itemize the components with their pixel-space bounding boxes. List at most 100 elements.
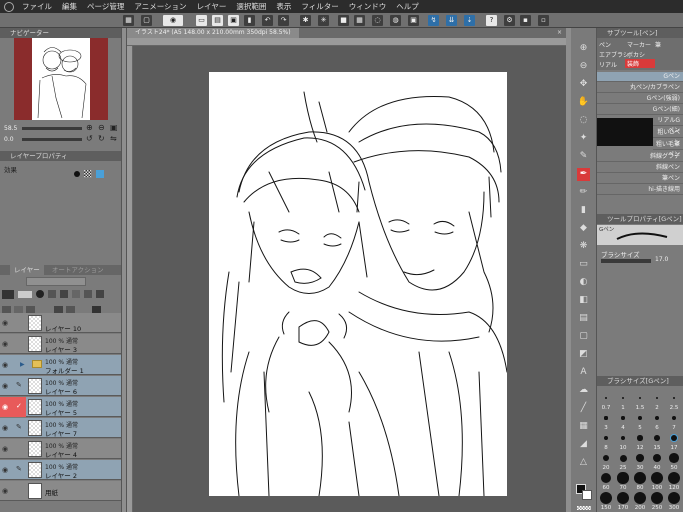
- snap-ruler-icon[interactable]: ↯: [428, 15, 439, 26]
- visibility-eye-icon[interactable]: ◉: [2, 361, 10, 369]
- tab-brush[interactable]: 筆: [655, 40, 661, 49]
- hand-tool-icon[interactable]: ✋: [577, 96, 590, 109]
- zoom-in-icon[interactable]: ⊕: [86, 123, 93, 132]
- brush-size-cell[interactable]: [603, 435, 609, 441]
- brush-size-slider[interactable]: [601, 259, 651, 263]
- zoom-out-icon[interactable]: ⊖: [98, 123, 105, 132]
- brush-item[interactable]: 粗いGペン: [653, 128, 683, 146]
- brush-size-cell[interactable]: [668, 492, 680, 504]
- crop-icon[interactable]: ▣: [408, 15, 419, 26]
- decoration-tool-icon[interactable]: ❋: [577, 240, 590, 253]
- expand-folder-icon[interactable]: ▶: [20, 361, 25, 368]
- help-icon[interactable]: ?: [486, 15, 497, 26]
- brush-item[interactable]: 丸ペン/カブラペン: [597, 83, 683, 93]
- menu-edit[interactable]: 編集: [57, 1, 82, 12]
- tab-real[interactable]: リアル: [599, 60, 617, 69]
- layer-color-icon[interactable]: [2, 290, 14, 299]
- brush-size-cell[interactable]: [636, 454, 644, 462]
- brush-item[interactable]: Gペン(強弱): [597, 94, 683, 104]
- brush-tool-icon[interactable]: ▮: [577, 204, 590, 217]
- clear-icon[interactable]: ✱: [300, 15, 311, 26]
- rotate-right-icon[interactable]: ↻: [98, 134, 105, 143]
- pen-tool-icon[interactable]: ✒: [577, 168, 590, 181]
- frame-tool-icon[interactable]: ◩: [577, 348, 590, 361]
- blend-tool-icon[interactable]: ◐: [577, 276, 590, 289]
- brush-size-cell[interactable]: [638, 396, 642, 400]
- effect-border-icon[interactable]: [74, 171, 80, 177]
- pencil-tool-icon[interactable]: ✏: [577, 186, 590, 199]
- layer-row[interactable]: ◉ 用紙: [0, 481, 121, 501]
- document-tab[interactable]: イラスト24* (A5 148.00 x 210.00mm 350dpi 58.…: [127, 28, 299, 38]
- brush-size-cell[interactable]: [651, 472, 663, 484]
- undo-icon[interactable]: ↶: [262, 15, 273, 26]
- brush-size-cell[interactable]: [634, 492, 646, 504]
- menu-selection[interactable]: 選択範囲: [231, 1, 271, 12]
- sub-color-swatch[interactable]: [582, 490, 592, 500]
- layer-row[interactable]: ◉ レイヤー 10: [0, 313, 121, 333]
- opacity-slider[interactable]: [18, 291, 32, 298]
- lasso-tool-icon[interactable]: ◌: [577, 114, 590, 127]
- gradient-tool-icon[interactable]: ▤: [577, 312, 590, 325]
- new-file-icon[interactable]: ▭: [196, 15, 207, 26]
- clip-icon[interactable]: [36, 290, 44, 298]
- ruler-tool-icon[interactable]: ▦: [577, 420, 590, 433]
- brush-size-cell[interactable]: [619, 454, 627, 462]
- ruler-icon[interactable]: [96, 290, 104, 298]
- line-fix-tool-icon[interactable]: ╱: [577, 402, 590, 415]
- brush-item[interactable]: リアルGペン: [653, 116, 683, 134]
- brush-size-cell[interactable]: [638, 416, 642, 420]
- rotate-left-icon[interactable]: ↺: [86, 134, 93, 143]
- brush-size-cell[interactable]: [634, 472, 646, 484]
- airbrush-tool-icon[interactable]: ◆: [577, 222, 590, 235]
- eyedropper-tool-icon[interactable]: ✎: [577, 150, 590, 163]
- brush-item[interactable]: hi-描き線用: [597, 185, 683, 195]
- export-icon[interactable]: ▮: [244, 15, 255, 26]
- layer-row[interactable]: ◉ ✎ 100 % 通常 レイヤー 6: [0, 376, 121, 396]
- layer-row[interactable]: ◉ 100 % 通常 レイヤー 3: [0, 334, 121, 354]
- blend-mode-select[interactable]: [26, 277, 86, 286]
- eraser-tool-icon[interactable]: ▭: [577, 258, 590, 271]
- lock-icon[interactable]: [60, 290, 68, 298]
- snap-grid-icon[interactable]: ⇣: [464, 15, 475, 26]
- visibility-eye-icon[interactable]: ◉: [2, 424, 10, 432]
- visibility-eye-icon[interactable]: ◉: [2, 403, 10, 411]
- brush-size-cell[interactable]: [604, 416, 608, 420]
- operation-tool-icon[interactable]: ⊖: [577, 60, 590, 73]
- brush-size-cell[interactable]: [655, 396, 659, 400]
- visibility-eye-icon[interactable]: ◉: [2, 340, 10, 348]
- visibility-eye-icon[interactable]: ◉: [2, 319, 10, 327]
- layer-row[interactable]: ◉ ▶ 100 % 通常 フォルダー 1: [0, 355, 121, 375]
- tab-auto-action[interactable]: オートアクション: [46, 265, 110, 275]
- snap-special-icon[interactable]: ⇊: [446, 15, 457, 26]
- rotate-slider[interactable]: [22, 138, 82, 141]
- menu-page[interactable]: ページ管理: [82, 1, 129, 12]
- brush-size-cell[interactable]: [637, 435, 643, 441]
- brush-size-cell[interactable]: [621, 396, 625, 400]
- brush-size-cell[interactable]: [600, 492, 612, 504]
- brush-size-cell[interactable]: [617, 472, 629, 484]
- layer-row-active[interactable]: ◉ ✓ 100 % 通常 レイヤー 5: [0, 397, 121, 417]
- transform-icon[interactable]: ▦: [354, 15, 365, 26]
- brush-size-cell[interactable]: [652, 453, 662, 463]
- navigator-preview[interactable]: [32, 38, 90, 120]
- balloon-tool-icon[interactable]: ☁: [577, 384, 590, 397]
- tab-marker[interactable]: マーカー: [627, 40, 651, 49]
- window-icon[interactable]: ▪: [520, 15, 531, 26]
- grid-icon[interactable]: ▦: [123, 15, 134, 26]
- drawing-canvas[interactable]: [209, 72, 508, 497]
- eye-view-icon[interactable]: ◉: [163, 15, 183, 26]
- layout-icon[interactable]: ▫: [538, 15, 549, 26]
- brush-size-cell[interactable]: [620, 435, 626, 441]
- fill-tool-icon[interactable]: ◧: [577, 294, 590, 307]
- settings-icon[interactable]: ⚙: [504, 15, 515, 26]
- menu-filter[interactable]: フィルター: [296, 1, 343, 12]
- reference-icon[interactable]: [48, 290, 56, 298]
- deselect-icon[interactable]: ◌: [372, 15, 383, 26]
- brush-size-cell[interactable]: [671, 435, 677, 441]
- brush-size-cell[interactable]: [617, 492, 629, 504]
- close-tab-icon[interactable]: ×: [557, 28, 562, 38]
- brush-size-cell[interactable]: [655, 416, 659, 420]
- brush-size-cell[interactable]: [604, 396, 607, 399]
- clear-outside-icon[interactable]: ✳: [318, 15, 329, 26]
- effect-tone-icon[interactable]: [84, 170, 92, 178]
